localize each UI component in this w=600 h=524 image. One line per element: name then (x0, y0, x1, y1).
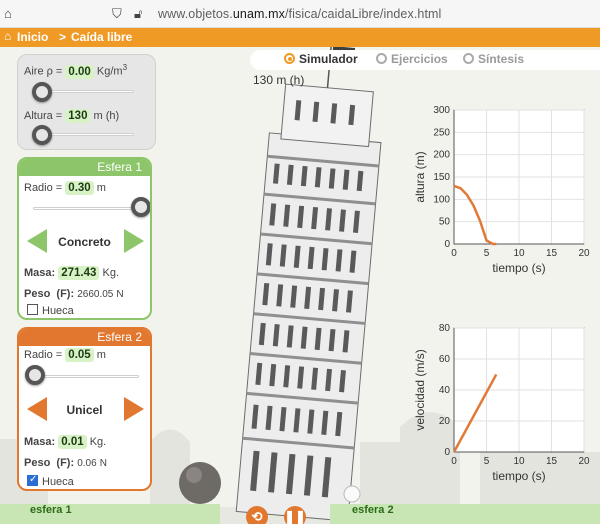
sphere1-radius-slider[interactable] (33, 207, 139, 210)
radio-icon (376, 53, 387, 64)
velocity-chart-x-tick-label: 15 (546, 456, 558, 467)
velocity-chart-y-tick-label: 60 (439, 354, 451, 365)
height-value: 130 (65, 109, 91, 123)
sphere2-radius-row: Radio = 0.05 m (24, 348, 106, 362)
sphere2-weight-row: Peso (F): 0.06 N (24, 457, 107, 469)
sphere1-mass-value: 271.43 (58, 266, 100, 280)
url-field[interactable]: www.objetos.unam.mx/fisica/caidaLibre/in… (158, 7, 441, 21)
velocity-chart-y-tick-label: 0 (444, 447, 450, 458)
velocity-chart-x-tick-label: 5 (484, 456, 490, 467)
sphere2-ball (343, 485, 361, 503)
sphere1-ball (179, 462, 221, 504)
sphere1-title: Esfera 1 (19, 159, 150, 176)
height-chart-y-tick-label: 50 (439, 217, 451, 228)
sphere2-mass-value: 0.01 (58, 435, 87, 449)
home-icon[interactable]: ⌂ (4, 6, 12, 21)
lock-icon[interactable]: 🔓︎ (134, 6, 142, 22)
air-density-knob[interactable] (32, 82, 52, 102)
height-chart-x-tick-label: 20 (578, 248, 590, 259)
sphere1-next-material-button[interactable] (124, 229, 144, 253)
velocity-chart-x-axis-label: tiempo (s) (492, 469, 545, 483)
sphere1-radius-knob[interactable] (131, 197, 150, 217)
environment-panel: Aire ρ = 0.00 Kg/m3 Altura = 130 m (h) (17, 54, 156, 150)
height-row: Altura = 130 m (h) (24, 109, 120, 123)
tab-sintesis[interactable]: Síntesis (463, 52, 524, 66)
height-chart-y-tick-label: 300 (433, 105, 450, 116)
height-chart-y-tick-label: 0 (444, 239, 450, 250)
velocity-time-chart: 0 5 10 15 20 0 20 40 60 80 tiempo (s) velocidad (m/… (413, 323, 590, 483)
tower-height-label: 130 m (h) (253, 73, 305, 87)
velocity-chart-y-tick-label: 80 (439, 323, 451, 334)
sphere2-radius-slider[interactable] (33, 375, 139, 378)
height-chart-y-tick-label: 150 (433, 172, 450, 183)
velocity-chart-y-axis-label: velocidad (m/s) (413, 349, 427, 430)
height-chart-x-tick-label: 5 (484, 248, 490, 259)
height-chart-x-tick-label: 15 (546, 248, 558, 259)
height-chart-y-tick-label: 100 (433, 194, 450, 205)
velocity-chart-x-tick-label: 0 (451, 456, 457, 467)
tab-ejercicios[interactable]: Ejercicios (376, 52, 448, 66)
sphere2-mass-row: Masa: 0.01 Kg. (24, 435, 107, 449)
height-chart-y-tick-label: 250 (433, 127, 450, 138)
radio-icon (463, 53, 474, 64)
air-density-row: Aire ρ = 0.00 Kg/m3 (24, 63, 128, 79)
browser-url-bar: ⌂ ⛉ 🔓︎ www.objetos.unam.mx/fisica/caidaL… (0, 0, 600, 28)
breadcrumb-home[interactable]: Inicio (17, 30, 48, 44)
velocity-chart-x-tick-label: 20 (578, 456, 590, 467)
height-knob[interactable] (32, 125, 52, 145)
radio-icon (284, 53, 295, 64)
checkbox-icon (27, 304, 38, 315)
tab-simulador[interactable]: Simulador (284, 52, 358, 66)
sphere2-panel: Esfera 2 Radio = 0.05 m Unicel Masa: 0.0… (17, 327, 152, 491)
sphere1-results-tab[interactable]: esfera 1 (0, 504, 220, 524)
sphere1-panel: Esfera 1 Radio = 0.30 m Concreto Masa: 2… (17, 157, 152, 320)
breadcrumb-separator: > (59, 30, 67, 44)
height-time-chart: 0 5 10 15 20050100150200250300tiempo (s)altu… (413, 105, 590, 275)
mode-tabs: Simulador Ejercicios Síntesis (250, 50, 600, 70)
height-chart-y-tick-label: 200 (433, 150, 450, 161)
sphere1-radius-row: Radio = 0.30 m (24, 181, 106, 195)
breadcrumb: ⌂ Inicio > Caída libre (0, 28, 600, 47)
sphere2-title: Esfera 2 (19, 329, 150, 346)
sphere2-results-tab[interactable]: esfera 2 (330, 504, 600, 524)
checkbox-icon (27, 474, 38, 486)
sphere1-radius-value: 0.30 (65, 181, 94, 195)
height-chart-y-axis-label: altura (m) (413, 151, 427, 202)
height-chart-x-axis-label: tiempo (s) (492, 261, 545, 275)
velocity-chart-y-tick-label: 40 (439, 385, 451, 396)
height-chart-x-tick-label: 0 (451, 248, 457, 259)
sphere2-radius-knob[interactable] (25, 365, 45, 385)
sphere1-weight-row: Peso (F): 2660.05 N (24, 288, 124, 300)
velocity-chart-x-tick-label: 10 (513, 456, 525, 467)
sphere2-hollow-checkbox[interactable]: Hueca (27, 474, 74, 488)
height-chart-x-tick-label: 10 (513, 248, 525, 259)
air-density-slider[interactable] (40, 90, 134, 93)
sphere1-hollow-checkbox[interactable]: Hueca (27, 304, 74, 317)
reset-button[interactable]: ⟲ (246, 506, 268, 524)
breadcrumb-current: Caída libre (71, 30, 133, 44)
height-slider[interactable] (40, 133, 134, 136)
velocity-chart-y-tick-label: 20 (439, 416, 451, 427)
air-density-value: 0.00 (65, 64, 94, 79)
sphere2-radius-value: 0.05 (65, 348, 94, 362)
shield-icon[interactable]: ⛉ (112, 6, 122, 22)
home-icon[interactable]: ⌂ (4, 29, 11, 43)
sphere1-mass-row: Masa: 271.43 Kg. (24, 266, 120, 280)
pause-button[interactable]: ❚❚ (284, 506, 306, 524)
sphere2-next-material-button[interactable] (124, 397, 144, 421)
